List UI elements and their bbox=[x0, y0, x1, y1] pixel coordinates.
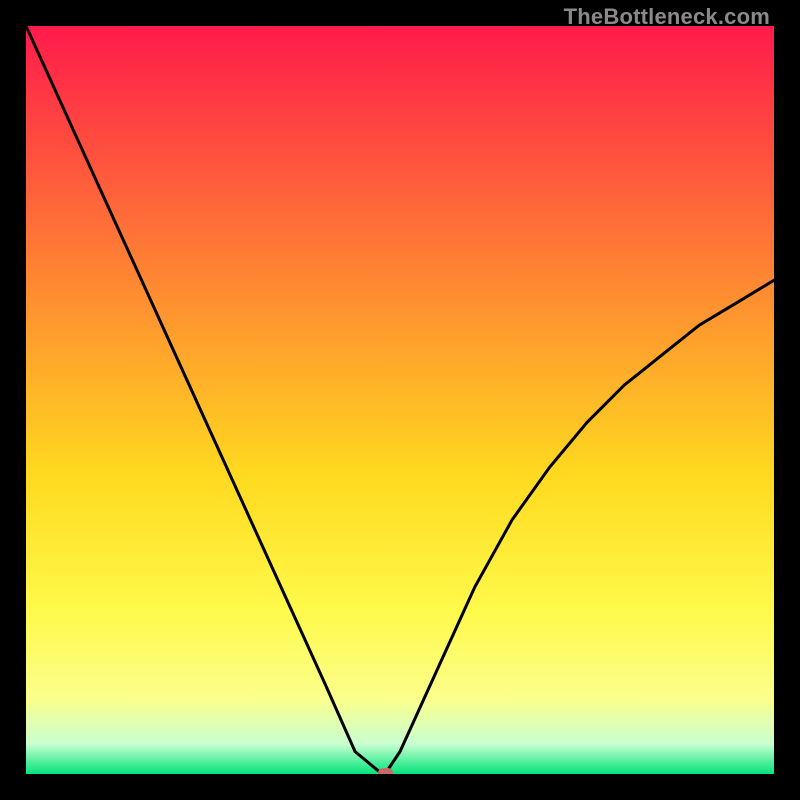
chart-frame: TheBottleneck.com bbox=[0, 0, 800, 800]
watermark-text: TheBottleneck.com bbox=[564, 4, 770, 30]
bottleneck-marker bbox=[378, 768, 393, 774]
plot-area bbox=[26, 26, 774, 774]
bottleneck-curve bbox=[26, 26, 774, 774]
